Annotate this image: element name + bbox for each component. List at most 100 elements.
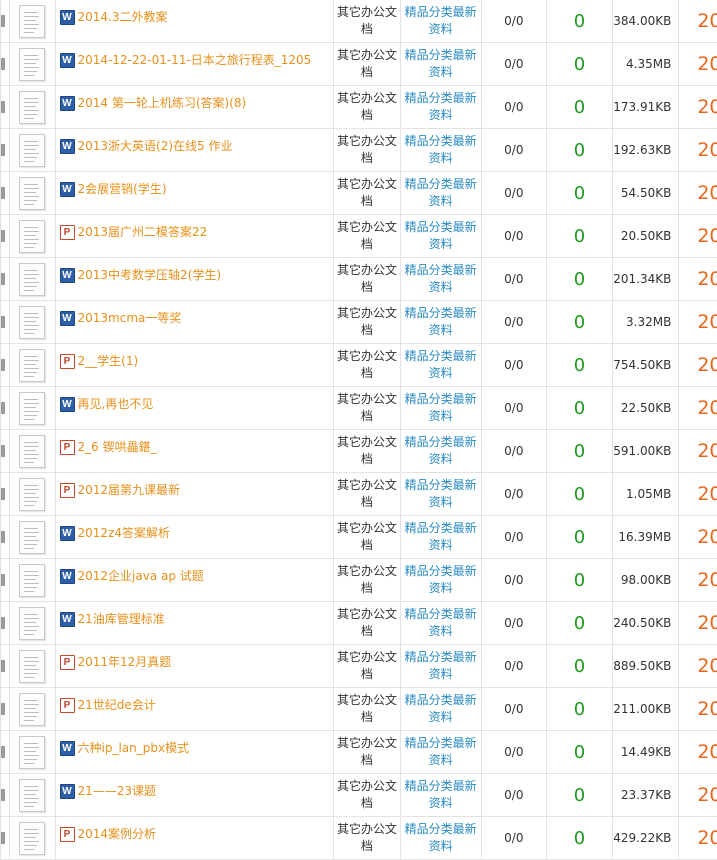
table-row[interactable]: P21世纪de会计其它办公文档精品分类最新资料0/00211.00KB20 xyxy=(1,688,717,731)
table-row[interactable]: W2014.3二外教案其它办公文档精品分类最新资料0/00384.00KB20 xyxy=(1,0,717,43)
table-row[interactable]: W2013浙大英语(2)在线5 作业其它办公文档精品分类最新资料0/00192.… xyxy=(1,129,717,172)
document-thumbnail-icon[interactable] xyxy=(19,478,45,511)
table-row[interactable]: P2012届第九课最新其它办公文档精品分类最新资料0/001.05MB20 xyxy=(1,473,717,516)
category-cell: 其它办公文档 xyxy=(334,387,401,430)
table-row[interactable]: P2013届广州二模答案22其它办公文档精品分类最新资料0/0020.50KB2… xyxy=(1,215,717,258)
row-marker-cell xyxy=(1,473,10,516)
table-row[interactable]: W2012z4答案解析其它办公文档精品分类最新资料0/0016.39MB20 xyxy=(1,516,717,559)
row-marker-cell xyxy=(1,172,10,215)
document-thumbnail-icon[interactable] xyxy=(19,650,45,683)
rating-ratio: 0/0 xyxy=(481,86,547,129)
subcategory-link[interactable]: 精品分类最新资料 xyxy=(403,649,479,683)
file-size: 384.00KB xyxy=(612,0,679,43)
subcategory-link[interactable]: 精品分类最新资料 xyxy=(403,520,479,554)
ppt-file-icon: P xyxy=(60,698,75,713)
subcategory-link[interactable]: 精品分类最新资料 xyxy=(403,305,479,339)
document-thumbnail-icon[interactable] xyxy=(19,392,45,425)
table-row[interactable]: W2013mcma一等奖其它办公文档精品分类最新资料0/003.32MB20 xyxy=(1,301,717,344)
document-title-link[interactable]: 2会展营销(学生) xyxy=(78,182,167,197)
subcategory-cell: 精品分类最新资料 xyxy=(400,817,481,860)
subcategory-link[interactable]: 精品分类最新资料 xyxy=(403,692,479,726)
table-row[interactable]: P2011年12月真题其它办公文档精品分类最新资料0/00889.50KB20 xyxy=(1,645,717,688)
document-title-link[interactable]: 21——23课题 xyxy=(78,784,157,799)
document-thumbnail-icon[interactable] xyxy=(19,435,45,468)
document-thumbnail-icon[interactable] xyxy=(19,521,45,554)
row-marker-cell xyxy=(1,301,10,344)
table-row[interactable]: W2会展营销(学生)其它办公文档精品分类最新资料0/0054.50KB20 xyxy=(1,172,717,215)
document-title-link[interactable]: 2__学生(1) xyxy=(78,354,139,369)
document-thumbnail-icon[interactable] xyxy=(19,349,45,382)
subcategory-link[interactable]: 精品分类最新资料 xyxy=(403,434,479,468)
document-title-link[interactable]: 2014-12-22-01-11-日本之旅行程表_1205 xyxy=(78,53,312,68)
document-title-link[interactable]: 2014案例分析 xyxy=(78,827,157,842)
document-title-link[interactable]: 2013浙大英语(2)在线5 作业 xyxy=(78,139,233,154)
subcategory-link[interactable]: 精品分类最新资料 xyxy=(403,477,479,511)
subcategory-link[interactable]: 精品分类最新资料 xyxy=(403,262,479,296)
document-title-link[interactable]: 2014 第一轮上机练习(答案)(8) xyxy=(78,96,247,111)
rating-ratio: 0/0 xyxy=(481,387,547,430)
subcategory-link[interactable]: 精品分类最新资料 xyxy=(403,47,479,81)
table-row[interactable]: W21油库管理标准其它办公文档精品分类最新资料0/00240.50KB20 xyxy=(1,602,717,645)
document-thumbnail-icon[interactable] xyxy=(19,220,45,253)
table-row[interactable]: W21——23课题其它办公文档精品分类最新资料0/0023.37KB20 xyxy=(1,774,717,817)
document-thumbnail-icon[interactable] xyxy=(19,736,45,769)
document-title-link[interactable]: 2013届广州二模答案22 xyxy=(78,225,208,240)
document-thumbnail-icon[interactable] xyxy=(19,91,45,124)
table-row[interactable]: W六种ip_lan_pbx模式其它办公文档精品分类最新资料0/0014.49KB… xyxy=(1,731,717,774)
subcategory-link[interactable]: 精品分类最新资料 xyxy=(403,391,479,425)
rating-ratio: 0/0 xyxy=(481,129,547,172)
subcategory-link[interactable]: 精品分类最新资料 xyxy=(403,606,479,640)
document-title-link[interactable]: 2011年12月真题 xyxy=(78,655,172,670)
document-title-link[interactable]: 21世纪de会计 xyxy=(78,698,156,713)
document-thumbnail-icon[interactable] xyxy=(19,564,45,597)
document-title-link[interactable]: 六种ip_lan_pbx模式 xyxy=(78,741,190,756)
document-thumbnail-icon[interactable] xyxy=(19,5,45,38)
document-thumbnail-icon[interactable] xyxy=(19,48,45,81)
subcategory-link[interactable]: 精品分类最新资料 xyxy=(403,821,479,855)
document-title-link[interactable]: 2012z4答案解析 xyxy=(78,526,170,541)
subcategory-link[interactable]: 精品分类最新资料 xyxy=(403,563,479,597)
document-thumbnail-icon[interactable] xyxy=(19,306,45,339)
document-thumbnail-icon[interactable] xyxy=(19,177,45,210)
thumbnail-cell xyxy=(10,516,55,559)
subcategory-link[interactable]: 精品分类最新资料 xyxy=(403,4,479,38)
file-size: 201.34KB xyxy=(612,258,679,301)
table-row[interactable]: P2014案例分析其它办公文档精品分类最新资料0/00429.22KB20 xyxy=(1,817,717,860)
document-thumbnail-icon[interactable] xyxy=(19,693,45,726)
upload-year: 20 xyxy=(679,602,717,645)
table-row[interactable]: P2_6 锲哄畾鍖_其它办公文档精品分类最新资料0/00591.00KB20 xyxy=(1,430,717,473)
category-cell: 其它办公文档 xyxy=(334,817,401,860)
subcategory-link[interactable]: 精品分类最新资料 xyxy=(403,778,479,812)
table-row[interactable]: W2014-12-22-01-11-日本之旅行程表_1205其它办公文档精品分类… xyxy=(1,43,717,86)
table-row[interactable]: W2012企业java ap 试题其它办公文档精品分类最新资料0/0098.00… xyxy=(1,559,717,602)
row-marker xyxy=(1,58,5,70)
table-row[interactable]: W2013中考数学压轴2(学生)其它办公文档精品分类最新资料0/00201.34… xyxy=(1,258,717,301)
thumbnail-cell xyxy=(10,86,55,129)
document-title-link[interactable]: 21油库管理标准 xyxy=(78,612,165,627)
document-title-link[interactable]: 2_6 锲哄畾鍖_ xyxy=(78,440,157,455)
upload-year: 20 xyxy=(679,774,717,817)
table-row[interactable]: W再见,再也不见其它办公文档精品分类最新资料0/0022.50KB20 xyxy=(1,387,717,430)
document-title-link[interactable]: 再见,再也不见 xyxy=(78,397,154,412)
subcategory-link[interactable]: 精品分类最新资料 xyxy=(403,90,479,124)
subcategory-link[interactable]: 精品分类最新资料 xyxy=(403,735,479,769)
document-title-link[interactable]: 2012届第九课最新 xyxy=(78,483,181,498)
document-title-link[interactable]: 2012企业java ap 试题 xyxy=(78,569,204,584)
document-thumbnail-icon[interactable] xyxy=(19,607,45,640)
document-title-link[interactable]: 2013mcma一等奖 xyxy=(78,311,182,326)
subcategory-link[interactable]: 精品分类最新资料 xyxy=(403,219,479,253)
document-thumbnail-icon[interactable] xyxy=(19,822,45,855)
category-cell: 其它办公文档 xyxy=(334,516,401,559)
file-size: 192.63KB xyxy=(612,129,679,172)
document-thumbnail-icon[interactable] xyxy=(19,263,45,296)
document-thumbnail-icon[interactable] xyxy=(19,779,45,812)
document-thumbnail-icon[interactable] xyxy=(19,134,45,167)
subcategory-link[interactable]: 精品分类最新资料 xyxy=(403,348,479,382)
subcategory-link[interactable]: 精品分类最新资料 xyxy=(403,133,479,167)
document-title-link[interactable]: 2013中考数学压轴2(学生) xyxy=(78,268,222,283)
document-title-link[interactable]: 2014.3二外教案 xyxy=(78,10,168,25)
subcategory-link[interactable]: 精品分类最新资料 xyxy=(403,176,479,210)
row-marker-cell xyxy=(1,86,10,129)
table-row[interactable]: W2014 第一轮上机练习(答案)(8)其它办公文档精品分类最新资料0/0017… xyxy=(1,86,717,129)
table-row[interactable]: P2__学生(1)其它办公文档精品分类最新资料0/00754.50KB20 xyxy=(1,344,717,387)
